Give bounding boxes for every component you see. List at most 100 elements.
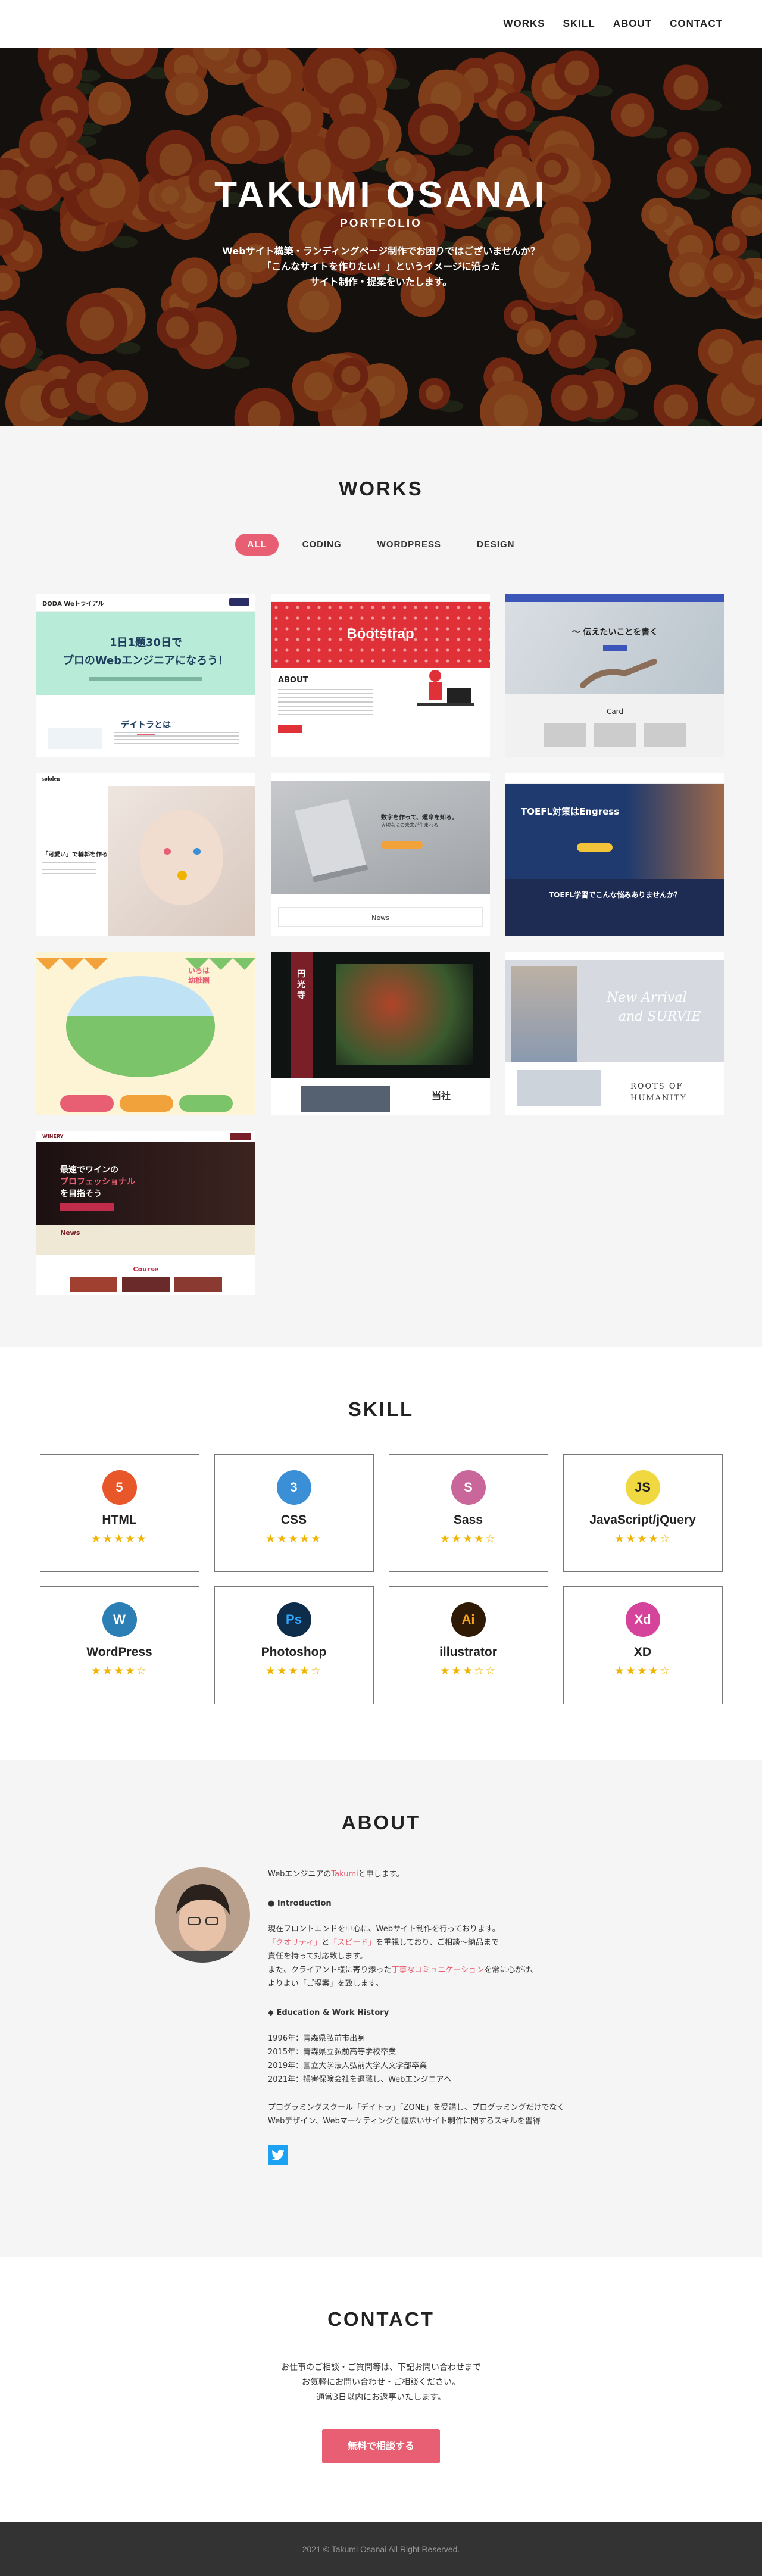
highlight-communication: 丁寧なコミュニケーション bbox=[391, 1966, 485, 1975]
about-closing: プログラミングスクール「デイトラ」「ZONE」を受講し、プログラミングだけでなく bbox=[268, 2103, 565, 2112]
work-card-headline: 最速でワインの bbox=[60, 1165, 118, 1175]
skill-name: Sass bbox=[453, 1513, 483, 1527]
skill-name: WordPress bbox=[86, 1645, 152, 1659]
work-card-bootstrap[interactable]: Bootstrap ABOUT bbox=[271, 594, 490, 757]
work-card-title: 幼稚園 bbox=[188, 976, 210, 984]
work-card-section: ABOUT bbox=[278, 676, 308, 685]
contact-text: お仕事のご相談・ご質問等は、下記お問い合わせまで お気軽にお問い合わせ・ご相談く… bbox=[0, 2360, 762, 2405]
work-card-daytra[interactable]: DODA Weトライアル 1日1題30日で プロのWebエンジニアになろう！ デ… bbox=[36, 594, 255, 757]
filter-design[interactable]: DESIGN bbox=[465, 534, 527, 556]
work-card-logo: DODA Weトライアル bbox=[42, 601, 104, 607]
work-card-section: デイトラとは bbox=[121, 721, 171, 730]
html5-icon: 5 bbox=[102, 1470, 137, 1505]
hero-desc-line: Webサイト構築・ランディングページ制作でお困りではございませんか？ bbox=[222, 245, 540, 257]
filter-coding[interactable]: CODING bbox=[291, 534, 354, 556]
work-card-section: ROOTS OF bbox=[630, 1082, 683, 1091]
skill-card: Ai illustrator ★★★☆☆ bbox=[388, 1586, 548, 1704]
hero-subtitle: PORTFOLIO bbox=[340, 217, 422, 230]
avatar bbox=[155, 1867, 250, 1963]
work-card-nav-button bbox=[230, 1133, 251, 1140]
skill-rating-stars: ★★★★☆ bbox=[265, 1664, 323, 1677]
about-paragraph-text: と bbox=[321, 1938, 330, 1947]
twitter-icon[interactable] bbox=[268, 2145, 288, 2165]
work-card-thumb bbox=[60, 1095, 114, 1112]
work-card-winery[interactable]: WINERY 最速でワインの プロフェッショナル を目指そう News Cour… bbox=[36, 1131, 255, 1295]
work-card-brand: TOEFL対策はEngress bbox=[521, 806, 620, 817]
work-card-engress[interactable]: TOEFL対策はEngress TOEFL学習でこんな悩みありませんか？ bbox=[505, 773, 724, 936]
about-text: WebエンジニアのTakumiと申します。 ● Introduction 現在フ… bbox=[268, 1867, 601, 2165]
work-card-thumb bbox=[594, 723, 636, 747]
work-card-button bbox=[278, 725, 302, 733]
work-card-logo: WINERY bbox=[42, 1134, 64, 1139]
work-card-section: Course bbox=[133, 1265, 159, 1273]
work-card-text-block bbox=[278, 689, 373, 715]
about-title: ABOUT bbox=[341, 1811, 421, 1833]
pin-icon: ● bbox=[268, 1899, 277, 1908]
about-section: ABOUT WebエンジニアのTakumiと申します。 ● Introducti… bbox=[0, 1760, 762, 2257]
skill-name: CSS bbox=[280, 1513, 307, 1527]
work-card-sololeu[interactable]: sololeu 「可愛い」で輪郭を作る bbox=[36, 773, 255, 936]
work-card-kindergarten[interactable]: いろは 幼稚園 bbox=[36, 952, 255, 1115]
introduction-heading-text: Introduction bbox=[277, 1899, 332, 1908]
js-icon: JS bbox=[625, 1470, 660, 1505]
skill-card: S Sass ★★★★☆ bbox=[388, 1454, 548, 1572]
skill-rating-stars: ★★★★☆ bbox=[614, 1532, 672, 1545]
filter-all[interactable]: ALL bbox=[235, 534, 279, 556]
work-card-thumb bbox=[120, 1095, 173, 1112]
highlight-quality: 「クオリティ」 bbox=[268, 1938, 322, 1947]
work-card-thumb bbox=[644, 723, 686, 747]
works-title: WORKS bbox=[339, 478, 423, 500]
nav-works[interactable]: WORKS bbox=[503, 18, 545, 30]
work-card-corporate[interactable]: 〜 伝えたいことを書く Card bbox=[505, 594, 724, 757]
work-card-logo: sololeu bbox=[42, 776, 60, 782]
work-card-copy: 大切なにの未来が生まれる bbox=[381, 822, 438, 828]
work-card-photo bbox=[336, 964, 473, 1065]
work-card-thumb bbox=[544, 723, 586, 747]
work-card-headline: 1日1題30日で bbox=[109, 637, 183, 649]
work-card-button bbox=[381, 841, 423, 849]
skill-name: XD bbox=[633, 1645, 652, 1659]
skill-name: HTML bbox=[102, 1513, 137, 1527]
work-card-fashion[interactable]: New Arrival and SURVIE ROOTS OF HUMANITY bbox=[505, 952, 724, 1115]
works-grid: DODA Weトライアル 1日1題30日で プロのWebエンジニアになろう！ デ… bbox=[36, 594, 726, 1295]
work-card-chars: 当社 bbox=[432, 1090, 451, 1102]
history-heading: ◆ Education & Work History bbox=[268, 2006, 601, 2020]
nav-skill[interactable]: SKILL bbox=[563, 18, 595, 30]
nav-contact[interactable]: CONTACT bbox=[670, 18, 723, 30]
work-card-copy: 数字を作って、運命を知る。 bbox=[381, 815, 458, 821]
work-card-navbar bbox=[505, 594, 724, 602]
skill-rating-stars: ★★★★☆ bbox=[614, 1664, 672, 1677]
illustrator-icon: Ai bbox=[451, 1602, 486, 1637]
about-paragraph: よりよい「ご提案」を致します。 bbox=[268, 1979, 383, 1988]
about-closing: Webデザイン、Webマーケティングと幅広いサイト制作に関するスキルを習得 bbox=[268, 2117, 541, 2126]
contact-line: お気軽にお問い合わせ・ご相談ください。 bbox=[302, 2378, 460, 2387]
work-card-navbar bbox=[271, 773, 490, 781]
work-card-temple[interactable]: 円光寺 当社 bbox=[271, 952, 490, 1115]
work-card-text-block bbox=[521, 821, 616, 829]
xd-icon: Xd bbox=[625, 1602, 660, 1637]
about-intro-text: と申します。 bbox=[358, 1870, 404, 1879]
work-card-laptop[interactable]: 数字を作って、運命を知る。 大切なにの未来が生まれる News bbox=[271, 773, 490, 936]
sass-icon: S bbox=[451, 1470, 486, 1505]
about-intro-text: Webエンジニアの bbox=[268, 1870, 332, 1879]
work-card-title: いろは bbox=[188, 966, 210, 975]
contact-button[interactable]: 無料で相談する bbox=[322, 2429, 440, 2463]
work-card-thumb bbox=[70, 1277, 117, 1292]
contact-line: お仕事のご相談・ご質問等は、下記お問い合わせまで bbox=[281, 2363, 481, 2372]
work-card-photo bbox=[108, 786, 255, 936]
work-card-section: HUMANITY bbox=[630, 1094, 687, 1103]
work-card-bunting bbox=[36, 958, 255, 970]
work-card-thumb bbox=[301, 1086, 390, 1112]
history-item: 2019年：国立大学法人弘前大学人文学部卒業 bbox=[268, 2062, 427, 2070]
contact-section: CONTACT お仕事のご相談・ご質問等は、下記お問い合わせまで お気軽にお問い… bbox=[0, 2257, 762, 2522]
about-intro: WebエンジニアのTakumiと申します。 bbox=[268, 1867, 601, 1881]
work-card-text-block bbox=[114, 732, 239, 744]
skill-rating-stars: ★★★☆☆ bbox=[439, 1664, 497, 1677]
work-card-nav-button bbox=[229, 598, 249, 606]
about-paragraph: 責任を持って対応致します。 bbox=[268, 1952, 368, 1961]
filter-wordpress[interactable]: WORDPRESS bbox=[366, 534, 453, 556]
work-card-script: New Arrival bbox=[607, 990, 687, 1005]
nav-about[interactable]: ABOUT bbox=[613, 18, 652, 30]
work-card-photo bbox=[66, 976, 215, 1077]
skill-card: W WordPress ★★★★☆ bbox=[39, 1586, 199, 1704]
